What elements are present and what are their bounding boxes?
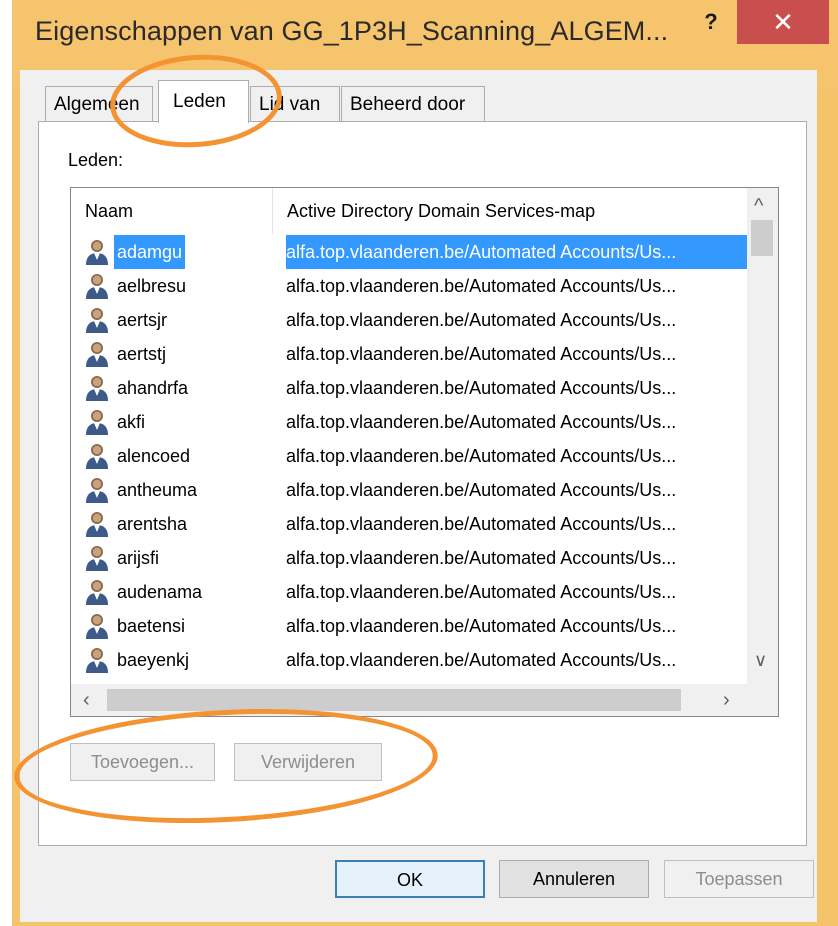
apply-button[interactable]: Toepassen: [664, 860, 814, 898]
members-list[interactable]: Naam Active Directory Domain Services-ma…: [70, 187, 779, 717]
help-button[interactable]: ?: [696, 6, 726, 38]
user-icon: [85, 612, 109, 640]
user-icon: [85, 272, 109, 300]
window-title: Eigenschappen van GG_1P3H_Scanning_ALGEM…: [35, 16, 669, 46]
column-header-name[interactable]: Naam: [71, 188, 272, 234]
member-ad-path: alfa.top.vlaanderen.be/Automated Account…: [286, 616, 677, 636]
user-icon: [85, 578, 109, 606]
user-icon: [85, 442, 109, 470]
table-row[interactable]: baeyenkj alfa.top.vlaanderen.be/Automated…: [71, 643, 747, 677]
tab-beheerd-door[interactable]: Beheerd door: [341, 86, 485, 122]
user-icon: [85, 544, 109, 572]
member-ad-path: alfa.top.vlaanderen.be/Automated Account…: [286, 446, 677, 466]
chevron-up-icon[interactable]: ^: [754, 196, 763, 216]
close-button[interactable]: ✕: [737, 0, 829, 44]
member-ad-path: alfa.top.vlaanderen.be/Automated Account…: [286, 582, 677, 602]
table-row[interactable]: aelbresu alfa.top.vlaanderen.be/Automated…: [71, 269, 747, 303]
chevron-left-icon[interactable]: ‹: [83, 690, 90, 710]
member-ad-path: alfa.top.vlaanderen.be/Automated Account…: [286, 650, 677, 670]
member-name: baetensi: [117, 616, 186, 636]
chevron-down-icon[interactable]: ∨: [754, 650, 767, 670]
table-row[interactable]: aertsjr alfa.top.vlaanderen.be/Automated …: [71, 303, 747, 337]
member-ad-path: alfa.top.vlaanderen.be/Automated Account…: [286, 378, 677, 398]
member-name: alencoed: [117, 446, 191, 466]
table-row[interactable]: antheuma alfa.top.vlaanderen.be/Automated…: [71, 473, 747, 507]
user-icon: [85, 306, 109, 334]
user-icon: [85, 238, 109, 266]
member-name: aelbresu: [117, 276, 187, 296]
user-icon: [85, 476, 109, 504]
table-row[interactable]: arijsfi alfa.top.vlaanderen.be/Automated …: [71, 541, 747, 575]
table-row[interactable]: alencoed alfa.top.vlaanderen.be/Automated…: [71, 439, 747, 473]
tab-leden[interactable]: Leden: [158, 80, 249, 123]
member-ad-path: alfa.top.vlaanderen.be/Automated Account…: [286, 310, 677, 330]
member-name: ahandrfa: [117, 378, 189, 398]
member-name: antheuma: [117, 480, 198, 500]
close-icon: ✕: [772, 7, 794, 37]
member-name: akfi: [117, 412, 146, 432]
member-name: baeyenkj: [117, 650, 190, 670]
member-ad-path: alfa.top.vlaanderen.be/Automated Account…: [286, 548, 677, 568]
members-label: Leden:: [68, 150, 124, 170]
member-ad-path: alfa.top.vlaanderen.be/Automated Account…: [286, 235, 748, 269]
member-ad-path: alfa.top.vlaanderen.be/Automated Account…: [286, 514, 677, 534]
chevron-right-icon[interactable]: ›: [723, 690, 730, 710]
cancel-button[interactable]: Annuleren: [499, 860, 649, 898]
scrollbar-corner: [747, 684, 778, 716]
user-icon: [85, 646, 109, 674]
table-row[interactable]: aertstj alfa.top.vlaanderen.be/Automated …: [71, 337, 747, 371]
table-row[interactable]: adamgu alfa.top.vlaanderen.be/Automated A…: [71, 235, 748, 269]
member-name: arentsha: [117, 514, 188, 534]
vertical-scroll-thumb[interactable]: [751, 220, 773, 256]
member-ad-path: alfa.top.vlaanderen.be/Automated Account…: [286, 276, 677, 296]
user-icon: [85, 510, 109, 538]
user-icon: [85, 408, 109, 436]
horizontal-scroll-thumb[interactable]: [107, 689, 681, 711]
table-row[interactable]: ahandrfa alfa.top.vlaanderen.be/Automated…: [71, 371, 747, 405]
vertical-scrollbar[interactable]: [747, 188, 778, 684]
table-row[interactable]: akfi alfa.top.vlaanderen.be/Automated Acc…: [71, 405, 747, 439]
member-name: adamgu: [114, 235, 186, 269]
table-row[interactable]: audenama alfa.top.vlaanderen.be/Automated…: [71, 575, 747, 609]
member-name: aertstj: [117, 344, 167, 364]
column-header-ad-path[interactable]: Active Directory Domain Services-map: [273, 188, 747, 234]
user-icon: [85, 340, 109, 368]
member-name: aertsjr: [117, 310, 168, 330]
member-ad-path: alfa.top.vlaanderen.be/Automated Account…: [286, 344, 677, 364]
member-name: audenama: [117, 582, 203, 602]
table-row[interactable]: baetensi alfa.top.vlaanderen.be/Automated…: [71, 609, 747, 643]
member-ad-path: alfa.top.vlaanderen.be/Automated Account…: [286, 480, 677, 500]
member-ad-path: alfa.top.vlaanderen.be/Automated Account…: [286, 412, 677, 432]
user-icon: [85, 374, 109, 402]
table-row[interactable]: arentsha alfa.top.vlaanderen.be/Automated…: [71, 507, 747, 541]
ok-button[interactable]: OK: [335, 860, 485, 898]
member-name: arijsfi: [117, 548, 160, 568]
